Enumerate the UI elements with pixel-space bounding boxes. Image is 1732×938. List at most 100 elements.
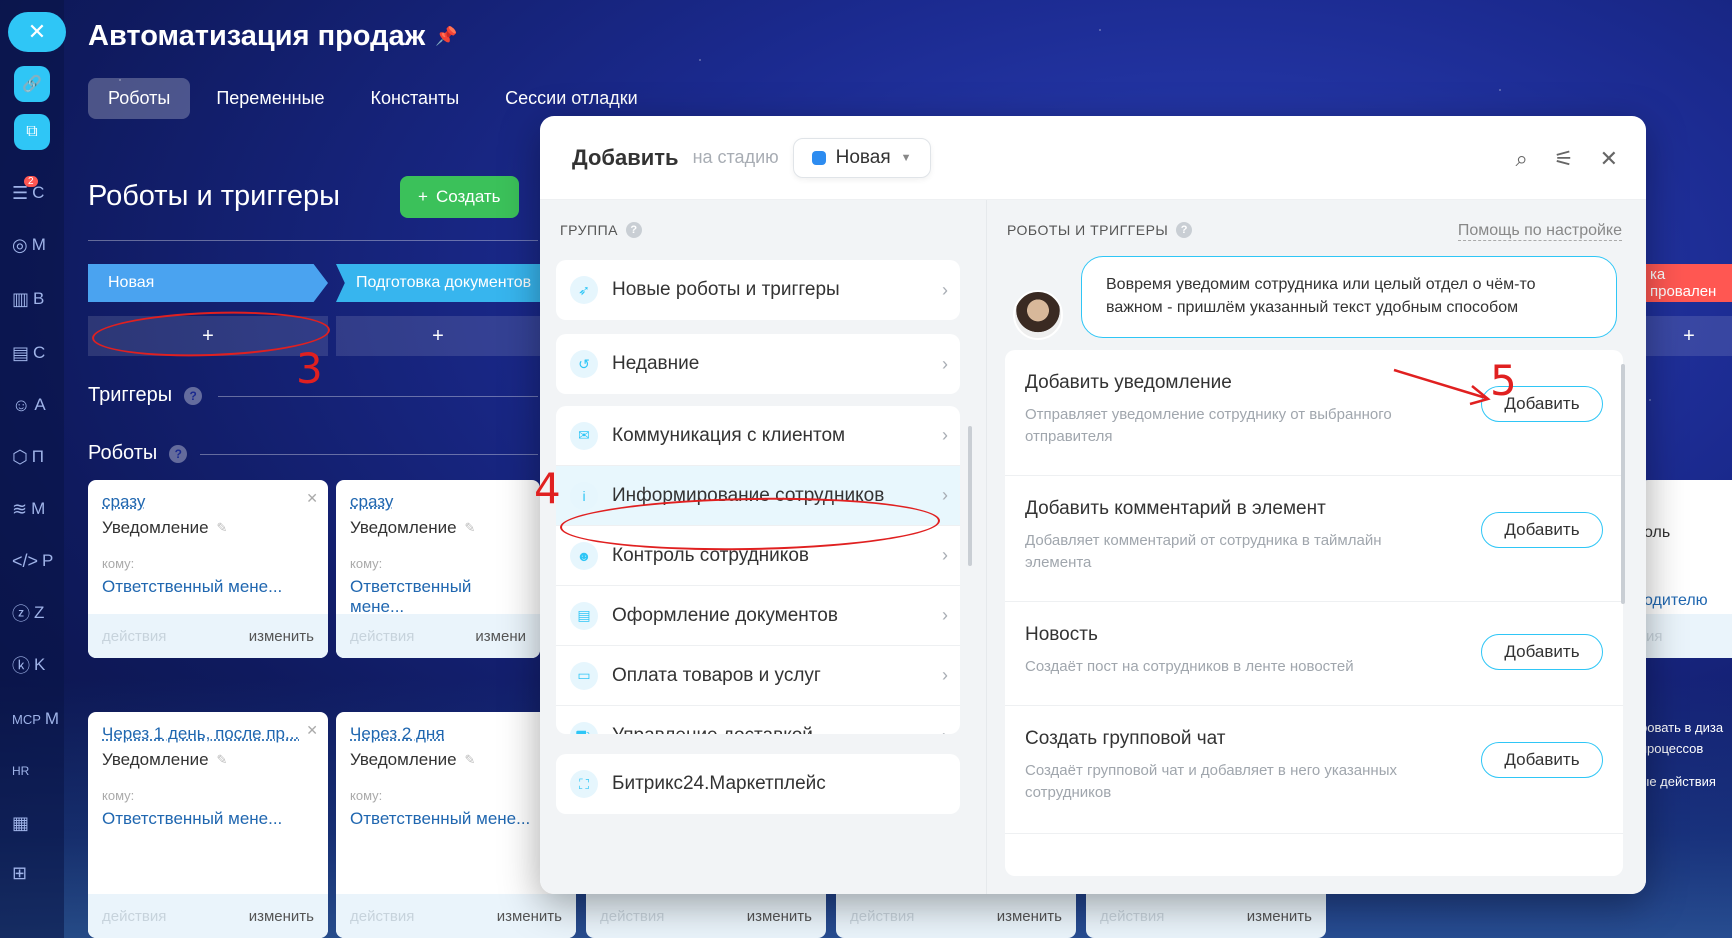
card-delay-link[interactable]: сразу [88, 480, 328, 512]
rail-item-k[interactable]: ⓚ K [12, 650, 52, 680]
robot-card-partial[interactable]: оль одителю ия [1640, 480, 1732, 658]
chevron-right-icon: › [942, 726, 948, 735]
card-footer: действия изменить [88, 894, 328, 938]
card-type: Уведомление ✎ [102, 518, 228, 537]
tab-variables[interactable]: Переменные [196, 78, 344, 119]
pencil-icon[interactable]: ✎ [217, 520, 228, 536]
dialog-title: Добавить [572, 144, 679, 170]
rail-item-code[interactable]: </> P [12, 546, 53, 576]
rail-item-target[interactable]: ◎ M [12, 230, 52, 260]
close-slider-button[interactable]: ✕ [8, 12, 66, 52]
open-window-button[interactable]: ⧉ [14, 114, 50, 150]
card-change[interactable]: изменить [249, 908, 314, 925]
card-actions[interactable]: действия [102, 628, 166, 645]
stage-new[interactable]: Новая [88, 264, 328, 302]
card-delay-link[interactable]: сразу [336, 480, 540, 512]
robot-card[interactable]: ✕ Через 1 день, после пр... Уведомление ✎… [88, 712, 328, 938]
card-change[interactable]: изменить [249, 628, 314, 645]
rail-item-calendar[interactable]: ▦ [12, 808, 52, 838]
rail-item-grid[interactable]: ⊞ [12, 858, 52, 888]
card-type: Уведомление ✎ [102, 750, 228, 769]
stage-document-prep[interactable]: Подготовка документов [336, 264, 556, 302]
group-item-delivery[interactable]: ⛟Управление доставкой› [556, 706, 960, 734]
group-item-recent[interactable]: ↺ Недавние › [556, 334, 960, 394]
help-icon[interactable]: ? [184, 386, 203, 405]
robot-card[interactable]: сразу Уведомление ✎ кому: Ответственный м… [336, 480, 540, 658]
help-link[interactable]: Помощь по настройке [1457, 222, 1622, 241]
link-button[interactable]: 🔗 [14, 66, 50, 102]
link-icon: 🔗 [22, 76, 42, 93]
rail-item-analytics[interactable]: ▥ B [12, 284, 52, 314]
robots-caption: РОБОТЫ И ТРИГГЕРЫ? [1007, 222, 1193, 238]
close-icon[interactable]: ✕ [306, 722, 318, 739]
help-icon[interactable]: ? [625, 222, 642, 238]
annotation-number-3: 3 [296, 344, 323, 393]
rail-item-waves[interactable]: ≋ M [12, 494, 52, 524]
robot-item-group-chat: Создать групповой чат Создаёт групповой … [1005, 706, 1623, 834]
pin-icon[interactable]: 📌 [435, 26, 457, 47]
robot-card[interactable]: ✕ сразу Уведомление ✎ кому: Ответственный… [88, 480, 328, 658]
rail-item-card[interactable]: ▤ C [12, 338, 52, 368]
card-actions[interactable]: действия [600, 908, 664, 925]
card-change[interactable]: изменить [747, 908, 812, 925]
pencil-icon[interactable]: ✎ [465, 520, 476, 536]
pencil-icon[interactable]: ✎ [465, 752, 476, 768]
rail-item-box[interactable]: ⬡ П [12, 442, 52, 472]
users-icon: ☻ [570, 541, 598, 570]
chevron-down-icon: ▼ [900, 151, 912, 164]
group-item-documents[interactable]: ▤ Оформление документов › [556, 586, 960, 646]
card-footer: действия измени [336, 614, 540, 658]
card-actions[interactable]: действия [350, 628, 414, 645]
card-recipient[interactable]: Ответственный мене... [336, 571, 540, 617]
add-button[interactable]: Добавить [1481, 634, 1603, 670]
rail-item-robot[interactable]: ☺ A [12, 390, 52, 420]
help-icon[interactable]: ? [1176, 222, 1193, 238]
card-recipient[interactable]: Ответственный мене... [88, 803, 328, 829]
triggers-label: Триггеры? [88, 384, 203, 407]
card-actions[interactable]: действия [102, 908, 166, 925]
close-icon[interactable]: ✕ [1600, 146, 1618, 172]
help-icon[interactable]: ? [169, 444, 188, 463]
card-recipient[interactable]: Ответственный мене... [88, 571, 328, 597]
rail-item-filter[interactable]: ☰ C [12, 178, 52, 208]
pencil-icon[interactable]: ✎ [217, 752, 228, 768]
add-button[interactable]: Добавить [1481, 512, 1603, 548]
close-icon[interactable]: ✕ [306, 490, 318, 507]
group-card-market: ⛶ Битрикс24.Маркетплейс [556, 754, 960, 814]
card-actions[interactable]: действия [350, 908, 414, 925]
group-item-new-robots[interactable]: ➶ Новые роботы и триггеры › [556, 260, 960, 320]
card-actions[interactable]: действия [850, 908, 914, 925]
robot-list-scrollbar[interactable] [1621, 364, 1625, 604]
settings-sliders-icon[interactable]: ⚟ [1554, 146, 1574, 172]
annotation-arrow-5 [1393, 368, 1491, 406]
card-footer: действия изменить [88, 614, 328, 658]
card-change[interactable]: изменить [997, 908, 1062, 925]
group-scrollbar[interactable] [968, 426, 972, 566]
stage-failed[interactable]: ка провален [1640, 264, 1732, 302]
add-trigger-button-prep[interactable]: + [336, 316, 540, 356]
add-button[interactable]: Добавить [1481, 742, 1603, 778]
tab-debug-sessions[interactable]: Сессии отладки [485, 78, 658, 119]
rail-item-mcp[interactable]: MCP M [12, 704, 59, 734]
stage-select[interactable]: Новая ▼ [792, 137, 931, 178]
create-button[interactable]: + Создать [400, 176, 519, 218]
add-trigger-button-failed[interactable]: + [1646, 316, 1732, 356]
id-card-icon: ▤ [12, 342, 30, 363]
rocket-icon: ➶ [570, 276, 598, 304]
rail-item-hr[interactable]: HR [12, 756, 52, 786]
group-item-payment[interactable]: ▭ Оплата товаров и услуг › [556, 646, 960, 706]
group-card-main: ✉ Коммуникация с клиентом › i Информировани… [556, 406, 960, 734]
card-change[interactable]: изменить [1247, 908, 1312, 925]
history-icon: ↺ [570, 350, 598, 378]
external-link-icon: ⧉ [26, 123, 38, 140]
tab-robots[interactable]: Роботы [88, 78, 191, 119]
group-item-marketplace[interactable]: ⛶ Битрикс24.Маркетплейс [556, 754, 960, 814]
card-change[interactable]: измени [475, 628, 526, 645]
group-item-client-communication[interactable]: ✉ Коммуникация с клиентом › [556, 406, 960, 466]
card-delay-link[interactable]: Через 1 день, после пр... [88, 712, 328, 744]
card-change[interactable]: изменить [497, 908, 562, 925]
tab-constants[interactable]: Константы [351, 78, 480, 119]
search-icon[interactable]: ⌕ [1516, 146, 1528, 172]
rail-item-z[interactable]: ⓩ Z [12, 598, 52, 628]
card-actions[interactable]: действия [1100, 908, 1164, 925]
